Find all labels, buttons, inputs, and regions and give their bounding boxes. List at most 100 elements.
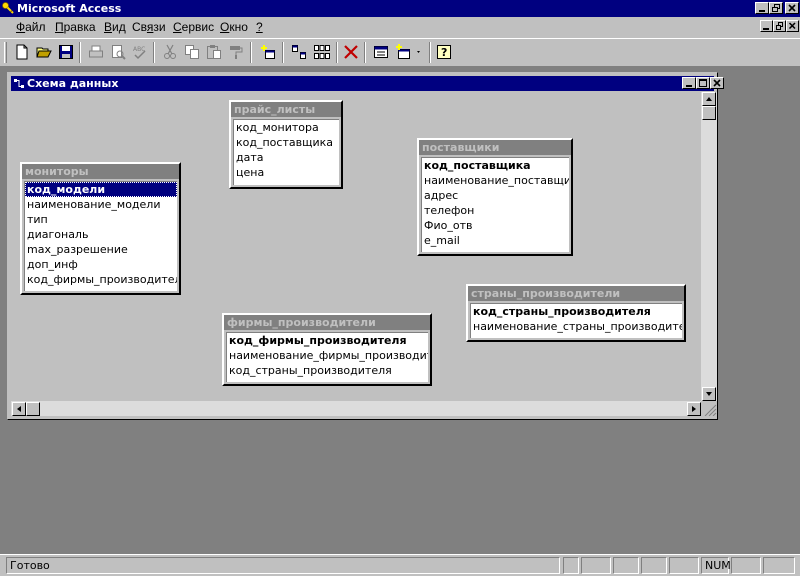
toolbar-separator [429,42,431,63]
show-table-button[interactable] [257,42,279,63]
toolbar-separator [282,42,284,63]
svg-text:?: ? [441,46,447,59]
status-message: Готово [6,557,560,574]
field-item[interactable]: телефон [422,203,569,218]
field-list[interactable]: код_фирмы_производителя наименование_фир… [226,332,428,382]
copy-icon [185,45,199,59]
field-item-primary-key[interactable]: код_поставщика [422,158,569,173]
field-list[interactable]: код_поставщика наименование_поставщика а… [421,157,569,252]
toolbar-grip[interactable] [4,42,7,63]
table-suppliers[interactable]: поставщики код_поставщика наименование_п… [417,138,573,256]
minimize-button[interactable] [755,2,769,14]
relationships-icon [14,79,24,88]
vertical-scroll-thumb[interactable] [702,106,716,120]
copy-button[interactable] [181,42,203,63]
table-header[interactable]: страны_производители [468,286,684,301]
toolbar: ABC ? [0,38,800,67]
new-button[interactable] [11,42,33,63]
delete-icon [344,45,358,59]
field-item[interactable]: доп_инф [25,257,177,272]
paste-button[interactable] [203,42,225,63]
close-icon [713,79,721,87]
open-button[interactable] [33,42,55,63]
schema-maximize-button[interactable] [696,77,710,89]
print-preview-button[interactable] [107,42,129,63]
menu-file[interactable]: Файл [16,20,46,34]
menu-view[interactable]: Вид [104,20,126,34]
scroll-up-button[interactable] [702,92,716,106]
field-item[interactable]: наименование_страны_производителя [471,319,682,334]
help-button[interactable]: ? [433,42,455,63]
scroll-right-button[interactable] [687,402,701,416]
field-list[interactable]: код_монитора код_поставщика дата цена [233,119,339,185]
menu-relationships[interactable]: Связи [132,20,166,34]
field-item[interactable]: e_mail [422,233,569,248]
new-object-button[interactable] [392,42,426,63]
field-item[interactable]: дата [234,150,339,165]
relationships-canvas[interactable]: прайс_листы код_монитора код_поставщика … [11,92,717,417]
table-header[interactable]: мониторы [22,164,179,179]
show-direct-relationships-button[interactable] [288,42,310,63]
horizontal-scroll-thumb[interactable] [26,402,40,416]
field-item[interactable]: Фио_отв [422,218,569,233]
field-list[interactable]: код_модели наименование_модели тип диаго… [24,181,177,291]
delete-button[interactable] [340,42,362,63]
print-button[interactable] [85,42,107,63]
show-all-relationships-button[interactable] [311,42,333,63]
save-button[interactable] [55,42,77,63]
field-item[interactable]: адрес [422,188,569,203]
app-title-bar[interactable]: Microsoft Access [0,0,800,17]
relationships-window-title-bar[interactable]: Схема данных [11,76,724,91]
horizontal-scrollbar[interactable] [11,401,701,416]
num-lock-indicator: NUM [701,557,731,574]
field-item-primary-key-selected[interactable]: код_модели [25,182,177,197]
field-item[interactable]: код_страны_производителя [227,363,428,378]
field-item-primary-key[interactable]: код_страны_производителя [471,304,682,319]
table-monitors[interactable]: мониторы код_модели наименование_модели … [20,162,181,295]
show-direct-icon [292,45,306,59]
vertical-scrollbar[interactable] [701,92,717,401]
minimize-icon [686,85,692,87]
scroll-left-button[interactable] [12,402,26,416]
table-countries[interactable]: страны_производители код_страны_производ… [466,284,686,342]
child-restore-button[interactable] [773,20,786,32]
field-item[interactable]: код_поставщика [234,135,339,150]
schema-close-button[interactable] [710,77,724,89]
field-item[interactable]: наименование_фирмы_производителя [227,348,428,363]
cut-button[interactable] [159,42,181,63]
field-list[interactable]: код_страны_производителя наименование_ст… [470,303,682,338]
field-item[interactable]: диагональ [25,227,177,242]
field-item[interactable]: наименование_поставщика [422,173,569,188]
spelling-button[interactable]: ABC [129,42,151,63]
arrow-down-icon [706,392,712,396]
restore-button[interactable] [769,2,783,14]
field-item[interactable]: наименование_модели [25,197,177,212]
properties-button[interactable] [370,42,392,63]
close-button[interactable] [785,2,799,14]
field-item-primary-key[interactable]: код_фирмы_производителя [227,333,428,348]
scroll-down-button[interactable] [702,387,716,401]
table-header[interactable]: поставщики [419,140,571,155]
table-header[interactable]: прайс_листы [231,102,341,117]
table-header[interactable]: фирмы_производители [224,315,430,330]
toolbar-separator [250,42,252,63]
size-grip[interactable] [701,401,717,417]
field-item[interactable]: тип [25,212,177,227]
menu-window[interactable]: Окно [220,20,248,34]
schema-minimize-button[interactable] [682,77,696,89]
field-item[interactable]: код_монитора [234,120,339,135]
menu-tools[interactable]: Сервис [173,20,214,34]
table-manufacturers[interactable]: фирмы_производители код_фирмы_производит… [222,313,432,386]
table-price-lists[interactable]: прайс_листы код_монитора код_поставщика … [229,100,343,189]
field-item[interactable]: max_разрешение [25,242,177,257]
menu-edit[interactable]: Правка [55,20,96,34]
field-item[interactable]: код_фирмы_производителя [25,272,177,287]
format-painter-button[interactable] [225,42,247,63]
child-close-button[interactable] [786,20,799,32]
child-minimize-button[interactable] [760,20,773,32]
format-painter-icon [230,46,243,59]
new-icon [16,44,28,60]
field-item[interactable]: цена [234,165,339,180]
menu-help[interactable]: ? [256,20,263,34]
arrow-left-icon [17,406,21,412]
